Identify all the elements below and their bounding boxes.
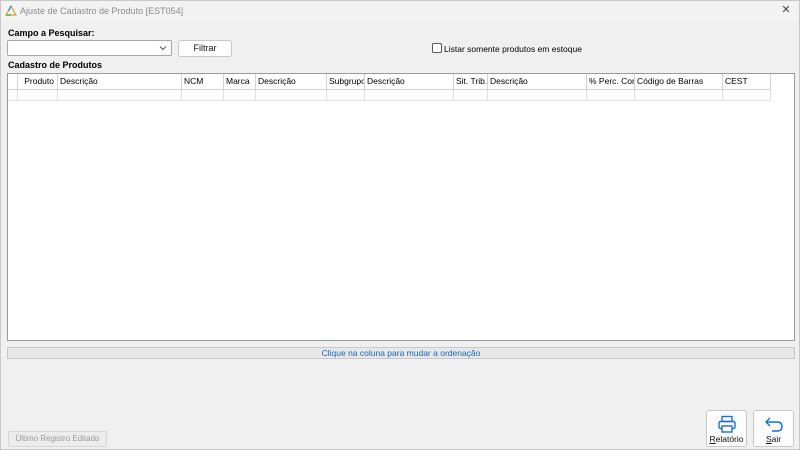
chevron-down-icon[interactable] (158, 42, 168, 54)
title-bar: Ajuste de Cadastro de Produto [EST054] ✕ (1, 1, 799, 21)
column-header-descricao-marca[interactable]: Descrição (256, 74, 327, 90)
sort-hint-bar: Clique na coluna para mudar a ordenação (7, 347, 795, 359)
stock-only-label: Listar somente produtos em estoque (444, 44, 582, 54)
printer-icon (718, 415, 736, 433)
exit-button-label: Sair (765, 434, 782, 444)
grid-cell[interactable] (327, 90, 365, 101)
column-header-codigo-barras[interactable]: Código de Barras (635, 74, 723, 90)
column-header-sit-trib[interactable]: Sit. Trib. (454, 74, 488, 90)
window-title: Ajuste de Cadastro de Produto [EST054] (20, 6, 184, 16)
last-edited-record-button[interactable]: Último Registro Editado (8, 431, 107, 447)
main-window: Ajuste de Cadastro de Produto [EST054] ✕… (0, 0, 800, 450)
products-grid[interactable]: Produto Descrição NCM Marca Descrição Su… (7, 73, 795, 341)
report-button[interactable]: Relatório (706, 410, 747, 447)
report-button-label: Relatório (709, 434, 744, 444)
column-header-ncm[interactable]: NCM (182, 74, 224, 90)
search-field-select[interactable] (7, 40, 172, 56)
column-header-subgrupo[interactable]: Subgrupo (327, 74, 365, 90)
search-field-label: Campo a Pesquisar: (8, 28, 95, 38)
grid-cell[interactable] (18, 90, 58, 101)
products-grid-label: Cadastro de Produtos (8, 60, 103, 70)
grid-cell[interactable] (723, 90, 771, 101)
grid-row-indicator[interactable] (8, 90, 18, 101)
column-header-descricao-sit-trib[interactable]: Descrição (488, 74, 587, 90)
grid-cell[interactable] (454, 90, 488, 101)
grid-cell[interactable] (587, 90, 635, 101)
column-header-perc-com[interactable]: % Perc. Com (587, 74, 635, 90)
grid-cell[interactable] (488, 90, 587, 101)
exit-button[interactable]: Sair (753, 410, 794, 447)
column-header-marca[interactable]: Marca (224, 74, 256, 90)
column-header-descricao-subgrupo[interactable]: Descrição (365, 74, 454, 90)
grid-row-indicator-header (8, 74, 18, 90)
grid-cell[interactable] (635, 90, 723, 101)
filter-button[interactable]: Filtrar (178, 40, 232, 57)
close-icon[interactable]: ✕ (779, 3, 793, 17)
grid-cell[interactable] (256, 90, 327, 101)
column-header-cest[interactable]: CEST (723, 74, 771, 90)
grid-cell[interactable] (365, 90, 454, 101)
grid-cell[interactable] (58, 90, 182, 101)
grid-cell[interactable] (182, 90, 224, 101)
app-logo-icon (5, 5, 17, 16)
return-arrow-icon (765, 417, 783, 432)
column-header-produto[interactable]: Produto (18, 74, 58, 90)
grid-cell[interactable] (224, 90, 256, 101)
stock-only-checkbox[interactable] (432, 43, 442, 53)
column-header-descricao[interactable]: Descrição (58, 74, 182, 90)
